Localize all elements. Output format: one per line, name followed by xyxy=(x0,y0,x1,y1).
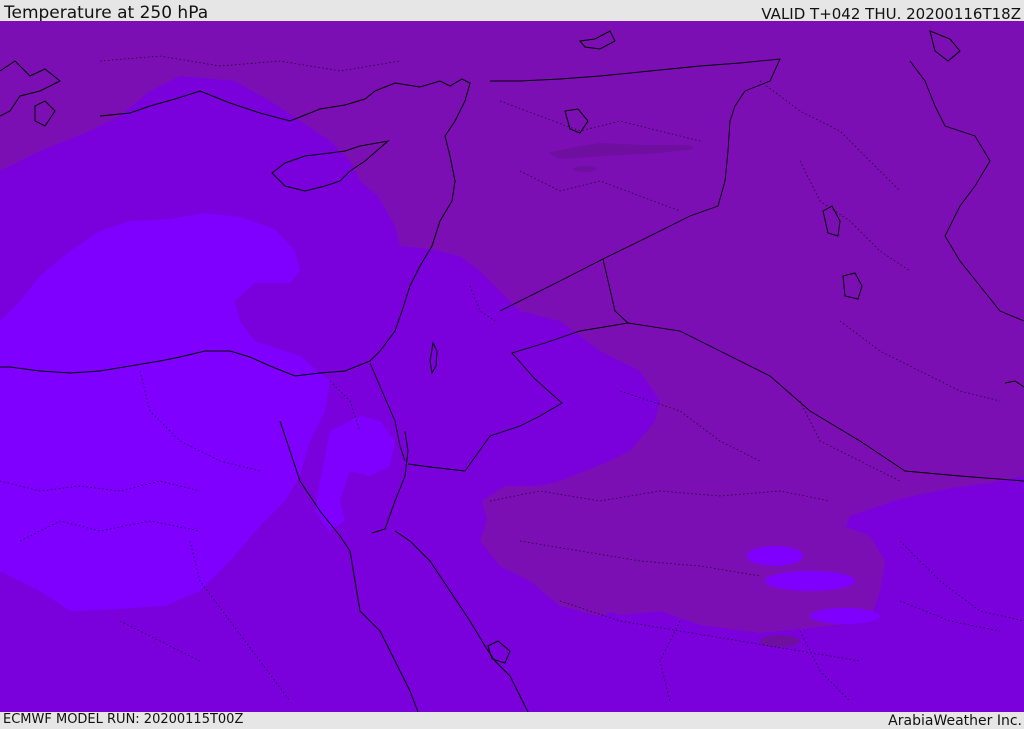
temperature-cold-core-2 xyxy=(573,166,597,172)
temperature-blob-warm-3 xyxy=(810,608,880,624)
map-title: Temperature at 250 hPa xyxy=(4,3,209,23)
model-run: ECMWF MODEL RUN: 20200115T00Z xyxy=(3,712,244,727)
header-bar: Temperature at 250 hPa VALID T+042 THU. … xyxy=(0,0,1024,23)
credit: ArabiaWeather Inc. xyxy=(888,713,1022,729)
temperature-cold-core-3 xyxy=(760,635,800,647)
footer-bar: ECMWF MODEL RUN: 20200115T00Z ArabiaWeat… xyxy=(0,712,1024,729)
temperature-map[interactable] xyxy=(0,21,1024,712)
temperature-blob-warm-2 xyxy=(765,571,855,591)
temperature-blob-warm-1 xyxy=(747,546,803,566)
map-panel[interactable] xyxy=(0,21,1024,712)
